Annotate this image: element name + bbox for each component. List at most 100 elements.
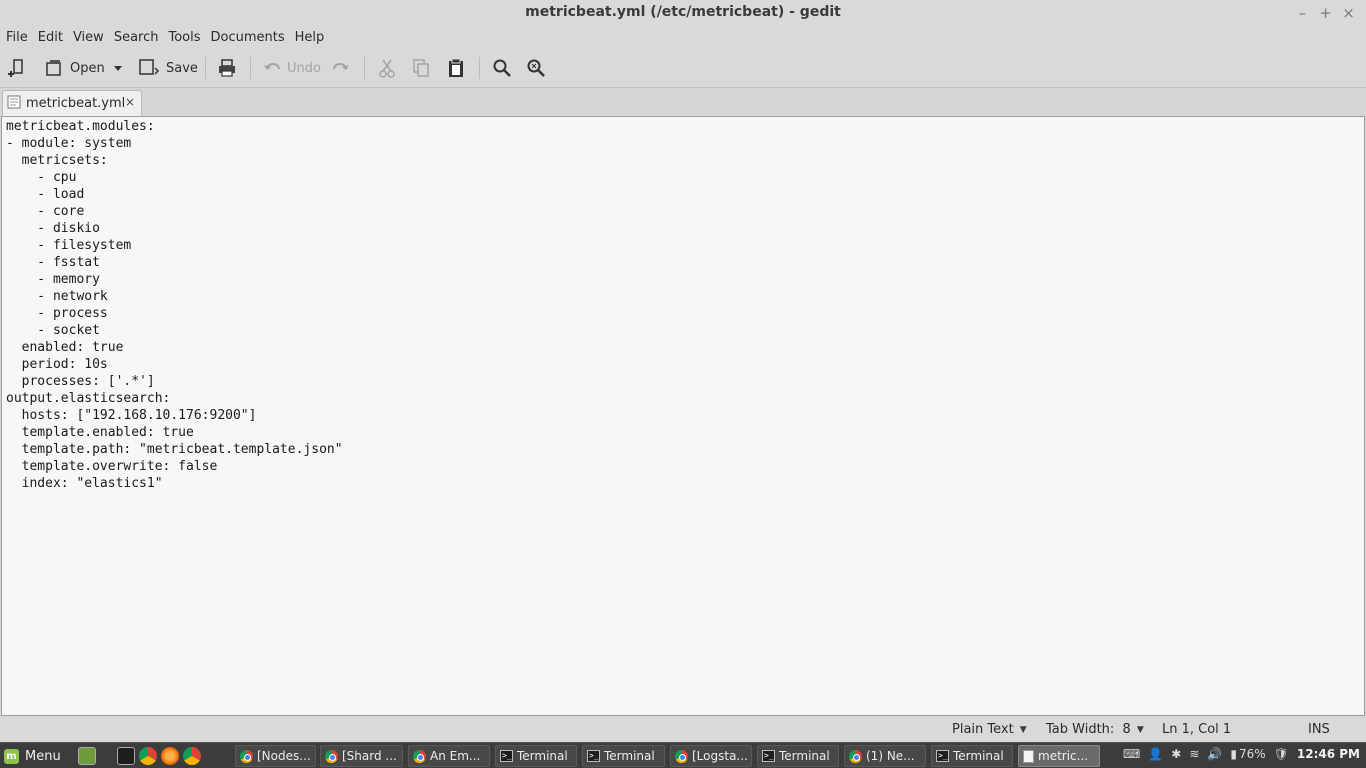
task-button[interactable]: [Shard ... — [320, 745, 403, 767]
cursor-position: Ln 1, Col 1 — [1162, 722, 1232, 737]
menu-file[interactable]: File — [2, 30, 32, 45]
terminal-icon: >_ — [936, 750, 949, 762]
terminal-icon: >_ — [587, 750, 600, 762]
chrome-icon — [413, 749, 426, 763]
search-icon — [493, 59, 511, 77]
terminal-launcher-icon[interactable] — [117, 747, 135, 765]
save-icon — [139, 59, 160, 75]
chevron-down-icon: ▼ — [1136, 724, 1144, 735]
copy-button[interactable] — [412, 54, 430, 82]
wifi-icon[interactable]: ≋ — [1189, 747, 1199, 761]
toolbar-separator — [205, 57, 206, 79]
close-window-button[interactable]: × — [1337, 3, 1360, 23]
maximize-button[interactable]: + — [1314, 3, 1337, 23]
menu-help[interactable]: Help — [291, 30, 329, 45]
tab-label: metricbeat.yml — [26, 96, 126, 111]
volume-icon[interactable]: 🔊 — [1207, 747, 1222, 761]
task-label: (1) Ne... — [866, 749, 915, 763]
task-label: [Logsta... — [692, 749, 748, 763]
search-replace-icon — [527, 59, 545, 77]
text-editor[interactable]: metricbeat.modules: - module: system met… — [1, 116, 1365, 716]
shield-icon[interactable]: 🛡 — [1274, 747, 1289, 761]
open-recent-dropdown[interactable] — [113, 54, 123, 82]
window-title: metricbeat.yml (/etc/metricbeat) - gedit — [525, 4, 841, 20]
firefox-launcher-icon[interactable] — [161, 747, 179, 765]
editor-content[interactable]: metricbeat.modules: - module: system met… — [2, 117, 1364, 492]
cut-button[interactable] — [378, 54, 396, 82]
task-label: [Shard ... — [342, 749, 397, 763]
chrome-icon — [675, 749, 688, 763]
clipboard-icon — [449, 58, 463, 77]
chrome-icon — [240, 749, 253, 763]
menu-tools[interactable]: Tools — [164, 30, 204, 45]
chrome-launcher-icon[interactable] — [139, 747, 157, 765]
status-bar: Plain Text ▼ Tab Width: 8 ▼ Ln 1, Col 1 … — [0, 718, 1366, 742]
task-button[interactable]: [Logsta... — [670, 745, 752, 767]
insert-mode: INS — [1308, 722, 1330, 737]
task-button-active[interactable]: metric... — [1018, 745, 1100, 767]
task-label: [Nodes... — [257, 749, 311, 763]
copy-icon — [413, 59, 429, 77]
open-button[interactable]: Open — [44, 54, 105, 82]
tab-metricbeat-yml[interactable]: metricbeat.yml × — [2, 90, 142, 116]
printer-icon — [219, 59, 235, 77]
minimize-button[interactable]: – — [1291, 3, 1314, 23]
chevron-down-icon: ▼ — [1019, 724, 1027, 735]
start-menu-button[interactable]: m Menu — [4, 746, 61, 766]
redo-button[interactable] — [332, 54, 350, 82]
show-desktop-icon[interactable] — [78, 747, 96, 765]
menu-documents[interactable]: Documents — [207, 30, 289, 45]
mint-logo-icon: m — [4, 748, 19, 764]
task-label: Terminal — [779, 749, 830, 763]
new-document-button[interactable] — [8, 54, 28, 82]
task-label: metric... — [1038, 749, 1089, 763]
menu-view[interactable]: View — [69, 30, 108, 45]
chrome-launcher-icon[interactable] — [183, 747, 201, 765]
new-document-icon — [8, 59, 23, 77]
paste-button[interactable] — [446, 54, 466, 82]
task-button[interactable]: [Nodes... — [235, 745, 316, 767]
toolbar-separator — [479, 57, 480, 79]
language-selector[interactable]: Plain Text ▼ — [952, 722, 1027, 737]
undo-icon — [264, 63, 280, 70]
keyboard-icon[interactable]: ⌨ — [1123, 747, 1140, 761]
toolbar-separator — [250, 57, 251, 79]
text-editor-icon — [1023, 749, 1034, 763]
title-bar: metricbeat.yml (/etc/metricbeat) - gedit… — [0, 0, 1366, 26]
task-button[interactable]: >_ Terminal — [931, 745, 1013, 767]
toolbar-separator — [364, 57, 365, 79]
bluetooth-icon[interactable]: ✱ — [1171, 747, 1181, 761]
terminal-icon: >_ — [500, 750, 513, 762]
open-folder-icon — [46, 60, 61, 76]
menu-label: Menu — [25, 748, 61, 764]
task-button[interactable]: An Em... — [408, 745, 490, 767]
undo-button[interactable]: Undo — [263, 54, 321, 82]
find-replace-button[interactable] — [526, 54, 546, 82]
task-label: Terminal — [517, 749, 568, 763]
tab-width-label: Tab Width: 8 — [1046, 722, 1131, 737]
user-icon[interactable]: 👤 — [1148, 747, 1163, 761]
task-button[interactable]: >_ Terminal — [757, 745, 839, 767]
find-button[interactable] — [492, 54, 512, 82]
tab-width-selector[interactable]: Tab Width: 8 ▼ — [1046, 722, 1144, 737]
scissors-icon — [379, 59, 395, 78]
print-button[interactable] — [217, 54, 237, 82]
task-label: Terminal — [953, 749, 1004, 763]
task-label: An Em... — [430, 749, 481, 763]
menu-edit[interactable]: Edit — [34, 30, 67, 45]
battery-icon: ▮ — [1230, 747, 1237, 761]
clock[interactable]: 12:46 PM — [1297, 747, 1360, 761]
terminal-icon: >_ — [762, 750, 775, 762]
battery-percent: 76% — [1238, 747, 1266, 761]
open-label: Open — [70, 60, 105, 76]
task-button[interactable]: >_ Terminal — [582, 745, 665, 767]
save-button[interactable]: Save — [138, 54, 198, 82]
text-document-icon — [7, 95, 21, 113]
task-button[interactable]: >_ Terminal — [495, 745, 577, 767]
window-controls: – + × — [1291, 3, 1360, 23]
close-tab-button[interactable]: × — [125, 95, 135, 109]
menu-search[interactable]: Search — [110, 30, 163, 45]
chrome-icon — [849, 749, 862, 763]
task-button[interactable]: (1) Ne... — [844, 745, 926, 767]
battery-indicator[interactable]: ▮ 76% — [1230, 747, 1265, 761]
